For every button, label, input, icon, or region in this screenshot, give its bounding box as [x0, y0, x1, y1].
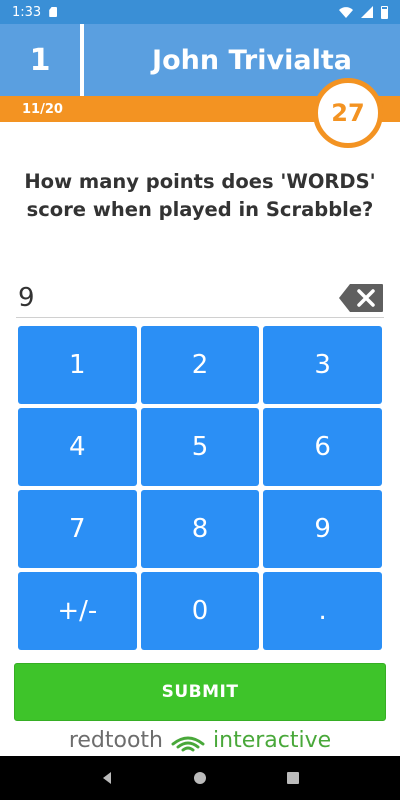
numeric-keypad: 1 2 3 4 5 6 7 8 9 +/- 0 . [18, 326, 382, 650]
question-text: How many points does 'WORDS' score when … [24, 170, 376, 221]
key-6[interactable]: 6 [263, 408, 382, 486]
back-icon[interactable] [99, 770, 115, 786]
navigation-bar [0, 756, 400, 800]
status-bar: 1:33 [0, 0, 400, 24]
brand-logo: redtooth interactive [0, 724, 400, 756]
player-rank: 1 [29, 42, 51, 78]
key-7[interactable]: 7 [18, 490, 137, 568]
key-5[interactable]: 5 [140, 408, 260, 486]
brand-name-part1: redtooth [68, 727, 164, 753]
signal-icon [361, 6, 373, 18]
key-plus-minus[interactable]: +/- [18, 572, 137, 650]
timer-value: 27 [331, 99, 365, 127]
key-9[interactable]: 9 [263, 490, 382, 568]
status-time: 1:33 [12, 4, 42, 20]
key-8[interactable]: 8 [140, 490, 260, 568]
answer-value: 9 [18, 282, 35, 313]
submit-button[interactable]: SUBMIT [14, 663, 386, 721]
key-0[interactable]: 0 [140, 572, 260, 650]
backspace-icon [339, 283, 383, 312]
key-1[interactable]: 1 [18, 326, 137, 404]
wifi-icon [339, 7, 353, 18]
key-decimal[interactable]: . [263, 572, 382, 650]
battery-icon [381, 5, 388, 19]
recents-icon[interactable] [285, 770, 301, 786]
key-2[interactable]: 2 [140, 326, 260, 404]
key-3[interactable]: 3 [263, 326, 382, 404]
brand-name-part2: interactive [213, 727, 332, 753]
answer-field[interactable]: 9 [16, 278, 384, 318]
wifi-wave-logo-icon [171, 736, 205, 752]
timer-badge: 27 [313, 78, 383, 148]
backspace-button[interactable] [338, 283, 384, 313]
sd-card-icon [49, 7, 58, 17]
home-icon[interactable] [192, 770, 208, 786]
key-4[interactable]: 4 [18, 408, 137, 486]
question-progress: 11/20 [22, 101, 63, 117]
